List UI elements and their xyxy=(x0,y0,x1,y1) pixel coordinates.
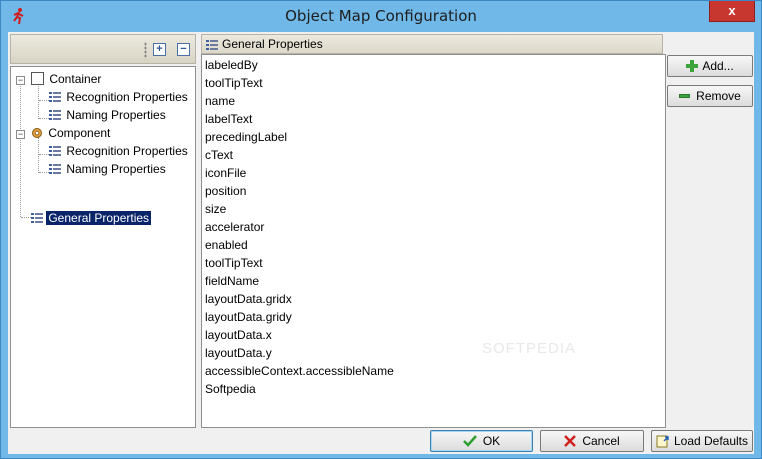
collapse-icon: − xyxy=(17,75,24,85)
tree-toolbar: + − xyxy=(10,34,196,64)
remove-button[interactable]: Remove xyxy=(667,85,753,107)
list-item[interactable]: precedingLabel xyxy=(205,128,287,146)
minus-icon xyxy=(679,94,691,98)
tree-item-general-properties[interactable]: General Properties xyxy=(31,209,152,227)
tree-item-label: Recognition Properties xyxy=(66,90,188,104)
list-icon xyxy=(49,91,61,103)
container-icon xyxy=(31,72,44,85)
tree-item-label: Component xyxy=(48,126,111,140)
properties-header: General Properties xyxy=(201,34,663,54)
close-icon: x xyxy=(728,3,736,18)
dialog-window: Object Map Configuration x + − − Contain… xyxy=(0,0,762,459)
tree-item-container-recognition[interactable]: Recognition Properties xyxy=(49,88,190,106)
expand-all-button[interactable]: + xyxy=(153,43,166,56)
tree-item-container-naming[interactable]: Naming Properties xyxy=(49,106,168,124)
collapse-component-toggle[interactable]: − xyxy=(16,130,25,139)
list-icon xyxy=(31,212,43,224)
list-item[interactable]: fieldName xyxy=(205,272,259,290)
list-item[interactable]: labelText xyxy=(205,110,252,128)
collapse-all-icon: − xyxy=(180,43,187,55)
toolbar-grip-icon xyxy=(144,42,147,58)
tree-connector-line xyxy=(20,81,21,217)
object-map-tree[interactable]: − Container Recognition Properties Namin… xyxy=(10,66,196,428)
tree-pane: + − − Container Recognition Properties N… xyxy=(10,34,196,428)
list-item[interactable]: layoutData.gridx xyxy=(205,290,292,308)
check-icon xyxy=(462,435,477,447)
add-button[interactable]: Add... xyxy=(667,55,753,77)
list-item[interactable]: name xyxy=(205,92,235,110)
close-button[interactable]: x xyxy=(709,1,755,22)
ok-button-label: OK xyxy=(482,434,501,448)
title-bar[interactable]: Object Map Configuration x xyxy=(1,1,761,32)
list-item[interactable]: Softpedia xyxy=(205,380,256,398)
collapse-all-button[interactable]: − xyxy=(177,43,190,56)
tree-item-label: Naming Properties xyxy=(66,108,166,122)
tree-item-label: Naming Properties xyxy=(66,162,166,176)
list-item[interactable]: cText xyxy=(205,146,233,164)
plus-icon xyxy=(686,60,699,72)
add-button-label: Add... xyxy=(702,59,734,73)
load-defaults-button-label: Load Defaults xyxy=(673,434,749,448)
gear-icon xyxy=(32,128,42,138)
close-x-icon xyxy=(564,435,577,447)
tree-item-container[interactable]: Container xyxy=(31,70,103,88)
cancel-button[interactable]: Cancel xyxy=(540,430,644,452)
load-defaults-icon xyxy=(656,435,669,448)
watermark: SOFTPEDIA xyxy=(482,340,577,357)
load-defaults-button[interactable]: Load Defaults xyxy=(651,430,753,452)
tree-item-label: Container xyxy=(49,72,102,86)
tree-item-component-naming[interactable]: Naming Properties xyxy=(49,160,168,178)
tree-item-component[interactable]: Component xyxy=(31,124,112,142)
dialog-client-area: + − − Container Recognition Properties N… xyxy=(8,32,754,454)
tree-connector-line xyxy=(38,83,39,119)
tree-connector-line xyxy=(39,154,49,155)
list-item[interactable]: enabled xyxy=(205,236,248,254)
tree-item-label: General Properties xyxy=(46,211,152,225)
tree-connector-line xyxy=(39,172,49,173)
properties-header-label: General Properties xyxy=(222,37,323,51)
tree-connector-line xyxy=(39,100,49,101)
cancel-button-label: Cancel xyxy=(582,434,620,448)
list-item[interactable]: layoutData.gridy xyxy=(205,308,292,326)
tree-item-label: Recognition Properties xyxy=(66,144,188,158)
list-item[interactable]: labeledBy xyxy=(205,56,258,74)
list-item[interactable]: accelerator xyxy=(205,218,264,236)
list-icon xyxy=(49,145,61,157)
list-item[interactable]: layoutData.y xyxy=(205,344,272,362)
collapse-icon: − xyxy=(17,129,24,139)
collapse-container-toggle[interactable]: − xyxy=(16,76,25,85)
tree-connector-line xyxy=(38,137,39,173)
tree-connector-line xyxy=(21,217,31,218)
list-item[interactable]: iconFile xyxy=(205,164,246,182)
expand-all-icon: + xyxy=(156,43,163,55)
list-item[interactable]: toolTipText xyxy=(205,74,263,92)
tree-connector-line xyxy=(39,118,49,119)
list-item[interactable]: toolTipText xyxy=(205,254,263,272)
list-icon xyxy=(49,163,61,175)
list-item[interactable]: size xyxy=(205,200,226,218)
list-icon xyxy=(206,39,218,51)
properties-list[interactable]: labeledBy toolTipText name labelText pre… xyxy=(201,54,666,428)
remove-button-label: Remove xyxy=(696,89,741,103)
list-item[interactable]: layoutData.x xyxy=(205,326,272,344)
window-title: Object Map Configuration xyxy=(285,7,477,25)
list-item[interactable]: position xyxy=(205,182,246,200)
ok-button[interactable]: OK xyxy=(430,430,533,452)
list-item[interactable]: accessibleContext.accessibleName xyxy=(205,362,394,380)
tree-item-component-recognition[interactable]: Recognition Properties xyxy=(49,142,190,160)
list-icon xyxy=(49,109,61,121)
dialog-button-bar: OK Cancel Load Defaults xyxy=(8,430,754,454)
